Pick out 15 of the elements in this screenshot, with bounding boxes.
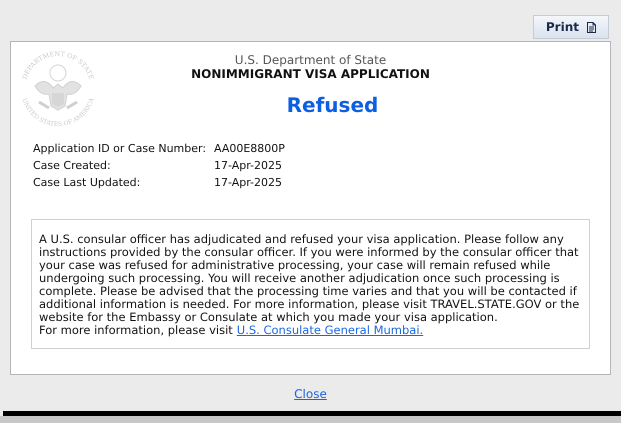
field-value: AA00E8800P (214, 141, 285, 158)
close-link[interactable]: Close (294, 385, 327, 403)
document-icon (587, 22, 596, 32)
field-label: Case Created: (33, 158, 112, 174)
field-value: 17-Apr-2025 (214, 158, 282, 174)
consulate-link[interactable]: U.S. Consulate General Mumbai. (236, 324, 424, 337)
field-label: Case Last Updated: (33, 175, 142, 192)
field-value: 17-Apr-2025 (214, 175, 282, 192)
form-title: NONIMMIGRANT VISA APPLICATION (191, 67, 430, 81)
refusal-message: A U.S. consular officer has adjudicated and refused your visa application. Please follow any instructions provided by the consular officer. If you were informed by the consular officer that your case was refused for administrative processing, your case will remain refused while undergoing such processing. You will receive another adjudication once such processing is complete. Please be advised that the processing time varies and that you will be contacted if additional information is needed. For more information, please visit TRAVEL.STATE.GOV or the website for the Embassy or Consulate at which you made your visa application. (39, 233, 580, 324)
more-info-text: For more information, please visit (39, 324, 233, 337)
field-label: Application ID or Case Number: (33, 141, 208, 158)
agency-name: U.S. Department of State (234, 53, 386, 67)
status-heading: Refused (286, 92, 378, 119)
print-button[interactable]: Print (532, 15, 609, 39)
